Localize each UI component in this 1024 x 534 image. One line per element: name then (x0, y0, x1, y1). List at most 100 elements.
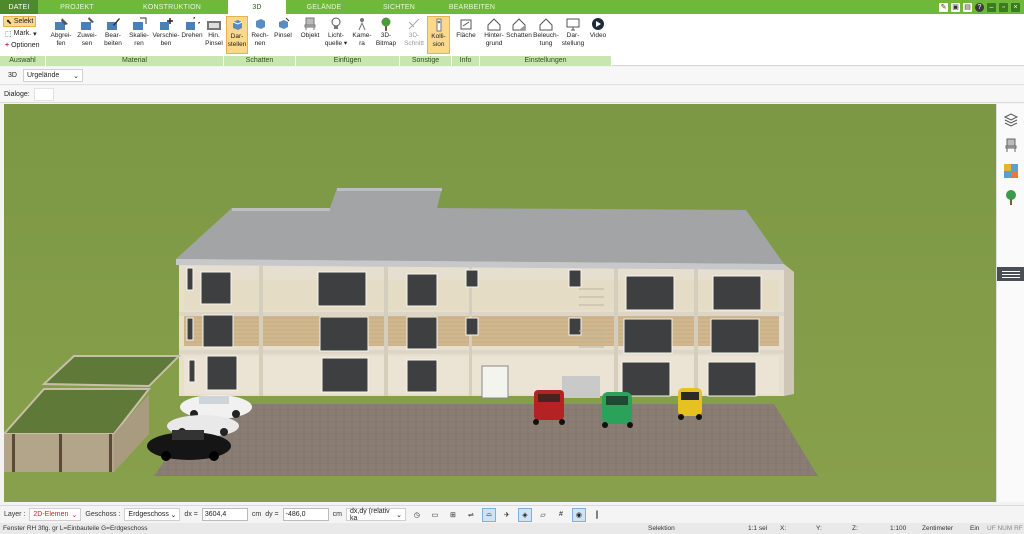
area-icon (460, 19, 472, 30)
close-button[interactable]: × (1011, 2, 1020, 12)
hin-pinsel-button[interactable]: Hin. Pinsel (204, 16, 224, 54)
dialog-slot[interactable] (33, 87, 54, 101)
camera-person-icon (358, 18, 366, 31)
kamera-button[interactable]: Kame-ra (350, 16, 374, 54)
beleuchtung-button[interactable]: Beleuch-tung (533, 16, 559, 54)
brush-icon (207, 21, 221, 30)
layer-dropdown[interactable]: 2D-Elemen ⌄ (29, 508, 82, 521)
3d-schnitt-button[interactable]: 3D- Schnitt (402, 16, 426, 54)
skalieren-button[interactable]: Skalie-ren (126, 16, 152, 54)
assign-material-icon (81, 17, 94, 30)
group-schatten: Dar-stellen Rech-nen Pinsel Schatten (224, 14, 296, 66)
selekt-button[interactable]: ⬉ Selekt (3, 16, 37, 27)
kollision-button[interactable]: Kolli-sion (427, 16, 450, 54)
car-red (533, 390, 565, 425)
shadow-brush-icon (279, 17, 290, 29)
panel-grip-handle[interactable] (997, 267, 1024, 281)
schatten-pinsel-button[interactable]: Pinsel (272, 16, 294, 54)
dialog-bar: Dialoge: (0, 86, 1024, 103)
tree-icon[interactable] (1001, 188, 1021, 206)
optionen-button[interactable]: + Optionen (3, 40, 42, 51)
chevron-down-icon: ⌄ (73, 72, 79, 80)
status-scale: 1:100 (890, 525, 907, 532)
tree-icon (381, 17, 391, 31)
terrain-dropdown[interactable]: Urgelände ⌄ (22, 69, 83, 82)
mark-icon: ⬚ (5, 30, 12, 38)
calculate-shadow-icon (256, 19, 265, 29)
edit-material-icon (107, 18, 120, 30)
materials-palette-icon[interactable] (1001, 162, 1021, 180)
pen-icon[interactable]: ✎ (939, 2, 948, 12)
chair-icon[interactable] (1001, 136, 1021, 154)
chevron-down-icon: ⌄ (396, 511, 402, 519)
pipette-icon (55, 18, 68, 30)
dy-input[interactable]: -486,0 (282, 508, 329, 521)
bearbeiten-button[interactable]: Bear-beiten (100, 16, 126, 54)
scale-icon (133, 17, 147, 30)
chair-icon (304, 17, 316, 30)
objekt-button[interactable]: Objekt (298, 16, 322, 54)
minimize-button[interactable]: – (987, 2, 996, 12)
render-icon[interactable]: ▱ (536, 508, 550, 522)
cursor-icon: ⬉ (6, 18, 12, 26)
geschoss-dropdown[interactable]: Erdgeschoss ⌄ (124, 508, 181, 521)
display-monitor-icon (566, 18, 580, 31)
group-auswahl: ⬉ Selekt ⬚ Mark. ▾ + Optionen Auswahl (0, 14, 46, 66)
hintergrund-button[interactable]: Hinter-grund (482, 16, 506, 54)
abgreifen-button[interactable]: Abgrei-fen (48, 16, 74, 54)
background-house-icon (487, 18, 501, 31)
navigation-icon[interactable]: ◉ (571, 507, 586, 522)
3d-bitmap-button[interactable]: 3D- Bitmap (374, 16, 398, 54)
geschoss-label: Geschoss : (85, 511, 121, 518)
plus-icon: + (5, 42, 10, 49)
zuweisen-button[interactable]: Zuwei-sen (74, 16, 100, 54)
view-selector-row: 3D Urgelände ⌄ (0, 67, 1024, 85)
coordinate-mode-dropdown[interactable]: dx,dy (relativ ka ⌄ (345, 508, 406, 522)
flaeche-button[interactable]: Fläche (454, 16, 478, 54)
fly-icon[interactable]: ✈ (500, 508, 514, 522)
entrance-door (481, 365, 509, 399)
walk-icon[interactable]: ⇌ (464, 508, 478, 522)
print-icon[interactable]: ▤ (963, 2, 972, 12)
lightbulb-icon (331, 17, 341, 29)
orbit-icon[interactable]: ⌓ (481, 507, 496, 522)
dx-input[interactable]: 3604,4 (201, 508, 248, 521)
tab-bearbeiten[interactable]: BEARBEITEN (436, 0, 508, 14)
schatten-einstellung-button[interactable]: Schatten (506, 16, 532, 54)
tab-gelaende[interactable]: GELÄNDE (286, 0, 362, 14)
window-controls: ✎ ▣ ▤ ? – ▫ × (939, 0, 1024, 14)
tab-konstruktion[interactable]: KONSTRUKTION (116, 0, 228, 14)
darstellung-button[interactable]: Dar-stellung (560, 16, 586, 54)
lighting-house-icon (539, 18, 553, 31)
layout-icon[interactable]: ▣ (951, 2, 960, 12)
clock-icon[interactable]: ◷ (410, 508, 424, 522)
tab-sichten[interactable]: SICHTEN (362, 0, 436, 14)
perspective-icon[interactable]: ◈ (517, 507, 532, 522)
darstellen-button[interactable]: Dar-stellen (226, 16, 248, 54)
video-button[interactable]: Video (586, 16, 610, 54)
parking-paving (154, 404, 818, 476)
grid-icon[interactable]: # (554, 508, 568, 522)
layer-label: Layer : (4, 511, 26, 518)
dy-unit: cm (332, 511, 342, 518)
play-icon (592, 18, 604, 30)
help-icon[interactable]: ? (975, 2, 984, 12)
drehen-button[interactable]: Drehen (180, 16, 204, 54)
tab-projekt[interactable]: PROJEKT (38, 0, 116, 14)
tab-3d[interactable]: 3D (228, 0, 286, 14)
status-x: X: (780, 525, 787, 532)
mark-button[interactable]: ⬚ Mark. ▾ (3, 28, 39, 39)
3d-viewport[interactable] (4, 104, 996, 502)
tab-file[interactable]: DATEI (0, 0, 38, 14)
verschieben-button[interactable]: Verschie-ben (152, 16, 180, 54)
group-label-material: Material (46, 56, 224, 66)
layers-icon[interactable] (1001, 110, 1021, 128)
status-z: Z: (852, 525, 858, 532)
rechnen-button[interactable]: Rech-nen (249, 16, 271, 54)
restore-button[interactable]: ▫ (999, 2, 1008, 12)
lichtquelle-button[interactable]: Licht-quelle ▾ (323, 16, 349, 54)
snap-icon[interactable]: ⊞ (446, 508, 460, 522)
display-icon[interactable]: ▭ (428, 508, 442, 522)
divider-icon: ┃ (594, 511, 600, 519)
cube-shadow-icon (232, 20, 243, 30)
